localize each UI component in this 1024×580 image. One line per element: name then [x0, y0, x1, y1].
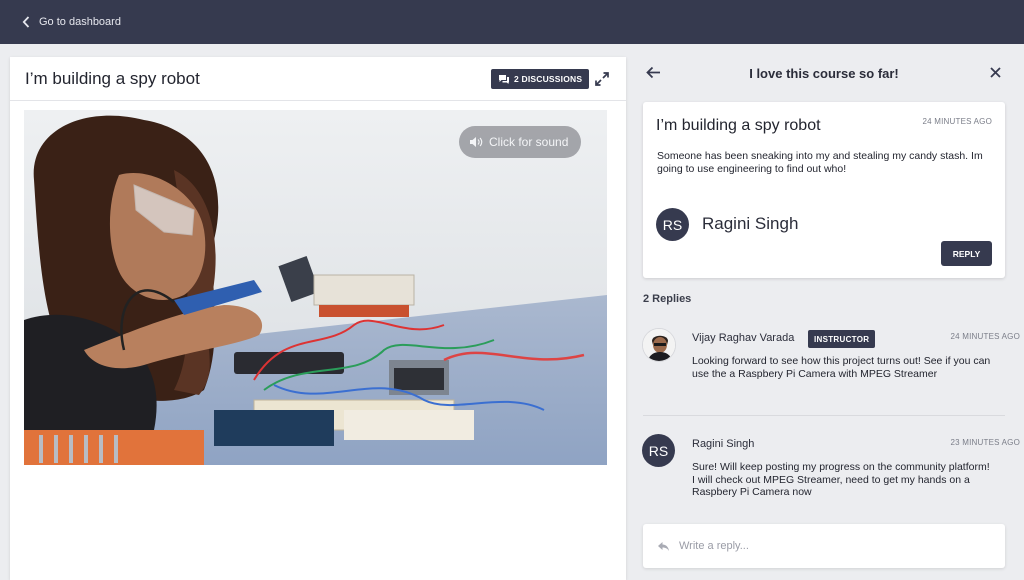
reply-text: Looking forward to see how this project … [692, 355, 991, 380]
close-icon[interactable] [989, 66, 1002, 79]
project-title: I’m building a spy robot [25, 68, 200, 88]
reply-timestamp: 24 MINUTES AGO [950, 332, 1020, 341]
avatar: RS [656, 208, 689, 241]
chat-bubbles-icon [499, 74, 509, 84]
discussion-post: I’m building a spy robot 24 MINUTES AGO … [643, 102, 1005, 278]
go-to-dashboard-label: Go to dashboard [39, 16, 121, 28]
discussions-label: 2 DISCUSSIONS [514, 74, 583, 84]
reply-text-line: I will check out MPEG Streamer, need to … [692, 473, 970, 499]
reply-arrow-icon [658, 541, 669, 551]
speaker-icon [470, 137, 483, 147]
reply-button[interactable]: REPLY [941, 241, 992, 266]
go-to-dashboard-link[interactable]: Go to dashboard [22, 16, 121, 28]
click-for-sound-button[interactable]: Click for sound [459, 126, 581, 158]
reply-item: Vijay Raghav Varada INSTRUCTOR 24 MINUTE… [642, 320, 1020, 416]
reply-text-line: Sure! Will keep posting my progress on t… [692, 461, 990, 473]
user-photo-icon [643, 329, 675, 361]
instructor-badge: INSTRUCTOR [808, 330, 876, 348]
project-image[interactable]: Click for sound [24, 110, 607, 465]
discussion-panel: I love this course so far! I’m building … [629, 44, 1024, 580]
reply-author-name: Ragini Singh [692, 438, 755, 450]
project-card: I’m building a spy robot 2 DISCUSSIONS C… [10, 57, 626, 580]
post-title: I’m building a spy robot [656, 117, 821, 134]
write-reply-field[interactable] [643, 524, 1005, 568]
reply-item: RS Ragini Singh 23 MINUTES AGO Sure! Wil… [642, 426, 1020, 516]
reply-timestamp: 23 MINUTES AGO [950, 438, 1020, 447]
expand-arrows-icon[interactable] [594, 71, 610, 87]
reply-text: Sure! Will keep posting my progress on t… [692, 461, 997, 499]
post-body: Someone has been sneaking into my and st… [657, 150, 983, 175]
robotics-workbench-illustration [24, 110, 607, 465]
replies-count: 2 Replies [643, 293, 692, 305]
avatar: RS [642, 434, 675, 467]
chevron-left-icon [22, 16, 30, 28]
post-author-name: Ragini Singh [702, 214, 799, 233]
reply-input[interactable] [679, 540, 979, 552]
top-bar: Go to dashboard [0, 0, 1024, 44]
click-for-sound-label: Click for sound [489, 135, 569, 149]
discussion-title: I love this course so far! [749, 66, 899, 81]
avatar [642, 328, 676, 362]
reply-author-name: Vijay Raghav Varada [692, 332, 795, 344]
post-timestamp: 24 MINUTES AGO [922, 117, 992, 126]
discussions-button[interactable]: 2 DISCUSSIONS [491, 69, 590, 89]
project-header: I’m building a spy robot 2 DISCUSSIONS [10, 57, 626, 101]
discussion-header: I love this course so far! [629, 44, 1024, 102]
